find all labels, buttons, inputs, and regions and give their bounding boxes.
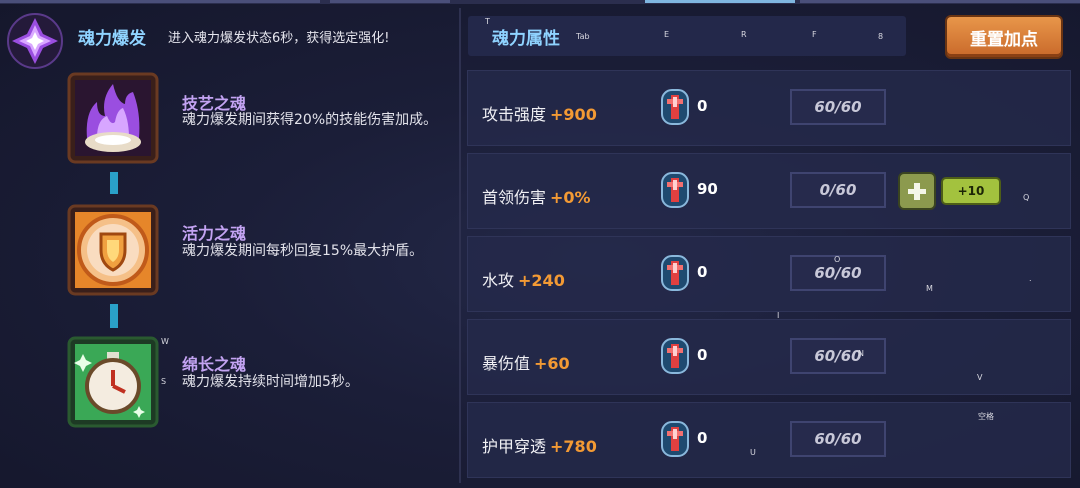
- gem-count: 90: [697, 180, 718, 198]
- green-clock-icon[interactable]: [67, 336, 159, 428]
- soul-burst-emblem-icon: [7, 13, 63, 69]
- key-hint-space: 空格: [978, 412, 994, 421]
- key-hint-t: T: [485, 17, 490, 26]
- purple-flame-icon[interactable]: [67, 72, 159, 164]
- key-hint-u: U: [750, 448, 756, 457]
- key-hint-n: N: [858, 349, 864, 358]
- stat-bonus: +240: [518, 271, 565, 290]
- stat-bonus: +60: [534, 354, 570, 373]
- reset-points-button[interactable]: 重置加点: [947, 17, 1061, 57]
- stat-label: 水攻 +240: [482, 267, 565, 291]
- soul-gem-icon: [661, 172, 689, 208]
- stat-bonus: +780: [550, 437, 597, 456]
- gem-count: 0: [697, 429, 708, 447]
- stat-label: 攻击强度 +900: [482, 101, 597, 125]
- skill-chain-connector: [110, 172, 118, 194]
- soul-attributes-title: 魂力属性: [492, 29, 560, 49]
- key-hint-r: R: [741, 30, 747, 39]
- soul-gem-icon: [661, 255, 689, 291]
- stat-row-attack: 攻击强度 +900 0 60/60: [467, 70, 1071, 146]
- key-hint-v: V: [977, 373, 983, 382]
- stat-label: 护甲穿透 +780: [482, 433, 597, 457]
- add-ten-points-button[interactable]: +10: [941, 177, 1001, 205]
- key-hint-e: E: [664, 30, 670, 39]
- stat-bonus: +900: [550, 105, 597, 124]
- stat-name: 首领伤害: [482, 188, 547, 207]
- add-point-button[interactable]: [898, 172, 936, 210]
- stat-row-water-attack: 水攻 +240 0 60/60: [467, 236, 1071, 312]
- orange-shield-icon[interactable]: [67, 204, 159, 296]
- skill-chain-connector: [110, 304, 118, 328]
- key-hint-w: W: [161, 337, 169, 346]
- plus-icon: [914, 183, 920, 200]
- stat-name: 水攻: [482, 271, 515, 290]
- stat-bonus: +0%: [550, 188, 591, 207]
- stat-name: 暴伤值: [482, 354, 531, 373]
- key-hint-s: S: [161, 377, 167, 386]
- points-value: 60/60: [790, 89, 886, 125]
- soul-gem-icon: [661, 338, 689, 374]
- soul-gem-icon: [661, 89, 689, 125]
- skill-description: 魂力爆发期间获得20%的技能伤害加成。: [182, 112, 438, 128]
- points-value: 60/60: [790, 338, 886, 374]
- points-value: 60/60: [790, 421, 886, 457]
- soul-burst-description: 进入魂力爆发状态6秒，获得选定强化!: [168, 31, 390, 46]
- stat-name: 护甲穿透: [482, 437, 547, 456]
- tab-key-hint: Tab: [576, 32, 590, 41]
- top-tab-strip: [0, 0, 1080, 4]
- key-hint-m: M: [926, 284, 933, 293]
- stat-label: 暴伤值 +60: [482, 350, 570, 374]
- stat-row-boss-damage: 首领伤害 +0% 90 0/60 +10: [467, 153, 1071, 229]
- skill-description: 魂力爆发期间每秒回复15%最大护盾。: [182, 243, 424, 259]
- gem-count: 0: [697, 263, 708, 281]
- soul-gem-icon: [661, 421, 689, 457]
- key-hint-i: I: [777, 311, 780, 320]
- soul-burst-title: 魂力爆发: [78, 29, 146, 49]
- stat-label: 首领伤害 +0%: [482, 184, 591, 208]
- soul-attributes-header: 魂力属性 Tab E R F 8: [468, 16, 906, 56]
- gem-count: 0: [697, 346, 708, 364]
- skill-description: 魂力爆发持续时间增加5秒。: [182, 374, 359, 390]
- stat-row-crit-damage: 暴伤值 +60 0 60/60: [467, 319, 1071, 395]
- soul-burst-header: 魂力爆发 进入魂力爆发状态6秒，获得选定强化!: [0, 10, 450, 69]
- key-hint-q: Q: [1023, 193, 1030, 202]
- key-hint-o: O: [834, 255, 841, 264]
- key-hint-f: F: [812, 30, 817, 39]
- key-hint-8: 8: [878, 32, 884, 41]
- points-value: 0/60: [790, 172, 886, 208]
- gem-count: 0: [697, 97, 708, 115]
- key-hint-period: .: [1029, 274, 1032, 283]
- stat-name: 攻击强度: [482, 105, 547, 124]
- panel-divider: [459, 8, 461, 483]
